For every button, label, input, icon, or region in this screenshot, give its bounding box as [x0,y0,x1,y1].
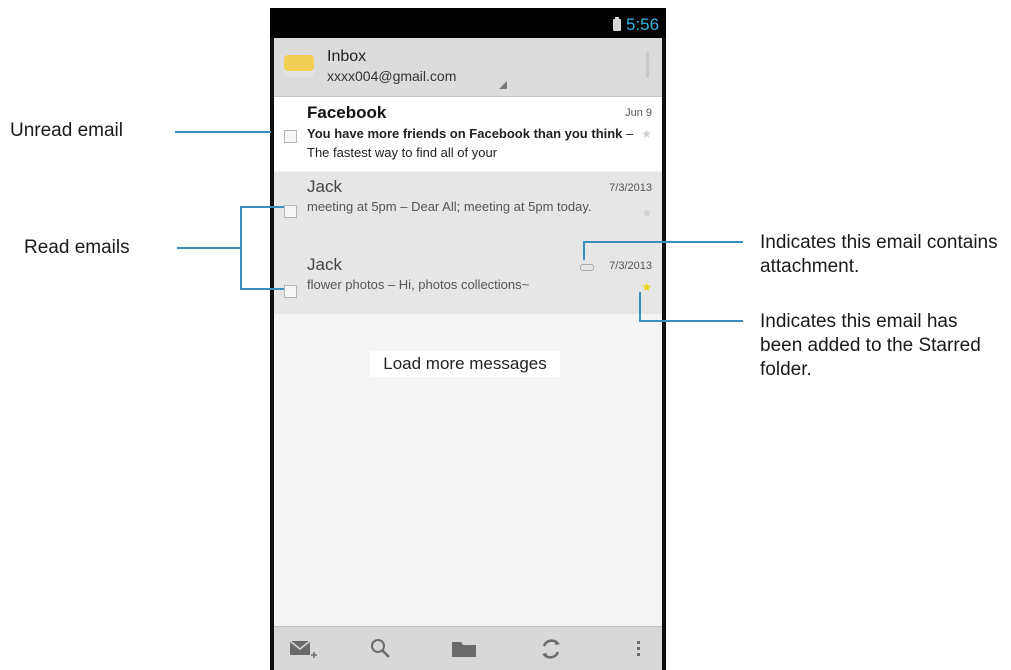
email-sender: Jack [307,177,342,196]
search-icon[interactable] [366,635,396,663]
email-screen: Inbox xxxx004@gmail.com Facebook Jun 9 Y… [274,38,662,670]
email-preview: Hi, photos collections~ [398,277,530,292]
email-date: 7/3/2013 [609,182,652,194]
email-sender: Facebook [307,103,387,122]
email-row-read[interactable]: Jack 7/3/2013 meeting at 5pm – Dear All;… [274,172,662,250]
star-icon[interactable]: ★ [641,206,652,220]
callout-line [639,320,743,322]
email-preview: Dear All; meeting at 5pm today. [411,199,592,214]
email-sender: Jack [307,255,342,274]
email-app-icon[interactable] [284,55,314,77]
callout-read-emails: Read emails [24,237,130,258]
callout-line [240,206,284,208]
overflow-menu-icon[interactable] [624,635,654,663]
dropdown-triangle-icon[interactable] [499,81,507,89]
email-checkbox[interactable] [284,285,297,298]
account-selector[interactable]: xxxx004@gmail.com [327,68,456,84]
action-bar: Inbox xxxx004@gmail.com [274,38,662,97]
folder-icon[interactable] [450,635,480,663]
attachment-icon [580,264,594,271]
callout-line [583,241,585,260]
email-preview: The fastest way to find all of your [307,145,498,160]
refresh-icon[interactable] [536,635,566,663]
email-subject: You have more friends on Facebook than y… [307,126,623,141]
callout-line [583,241,743,243]
scroll-handle [646,52,649,78]
email-subject: flower photos [307,277,385,292]
callout-line [639,292,641,322]
phone-frame: 5:56 Inbox xxxx004@gmail.com Facebook Ju… [270,8,666,670]
email-date: Jun 9 [625,107,652,119]
email-snippet: meeting at 5pm – Dear All; meeting at 5p… [307,199,592,214]
status-time: 5:56 [626,15,660,34]
compose-icon[interactable] [288,635,318,663]
callout-line [240,206,242,289]
callout-unread-email: Unread email [10,120,123,141]
email-snippet: flower photos – Hi, photos collections~ [307,277,530,292]
callout-line [175,131,271,133]
email-checkbox[interactable] [284,130,297,143]
star-icon-starred[interactable]: ★ [641,280,652,294]
email-subject: meeting at 5pm [307,199,397,214]
callout-line [240,288,284,290]
callout-attachment: Indicates this email contains attachment… [760,232,998,277]
email-snippet: You have more friends on Facebook than y… [307,126,634,160]
star-icon[interactable]: ★ [641,127,652,141]
email-date: 7/3/2013 [609,260,652,272]
load-more-button[interactable]: Load more messages [370,351,560,377]
callout-starred: Indicates this email has been added to t… [760,311,981,380]
email-row-unread[interactable]: Facebook Jun 9 You have more friends on … [274,97,662,171]
callout-line [177,247,241,249]
email-row-read[interactable]: Jack 7/3/2013 flower photos – Hi, photos… [274,250,662,314]
inbox-title[interactable]: Inbox [327,48,366,66]
email-checkbox[interactable] [284,205,297,218]
bottom-toolbar [274,626,662,670]
status-bar: 5:56 [270,8,666,38]
battery-icon [613,17,621,31]
